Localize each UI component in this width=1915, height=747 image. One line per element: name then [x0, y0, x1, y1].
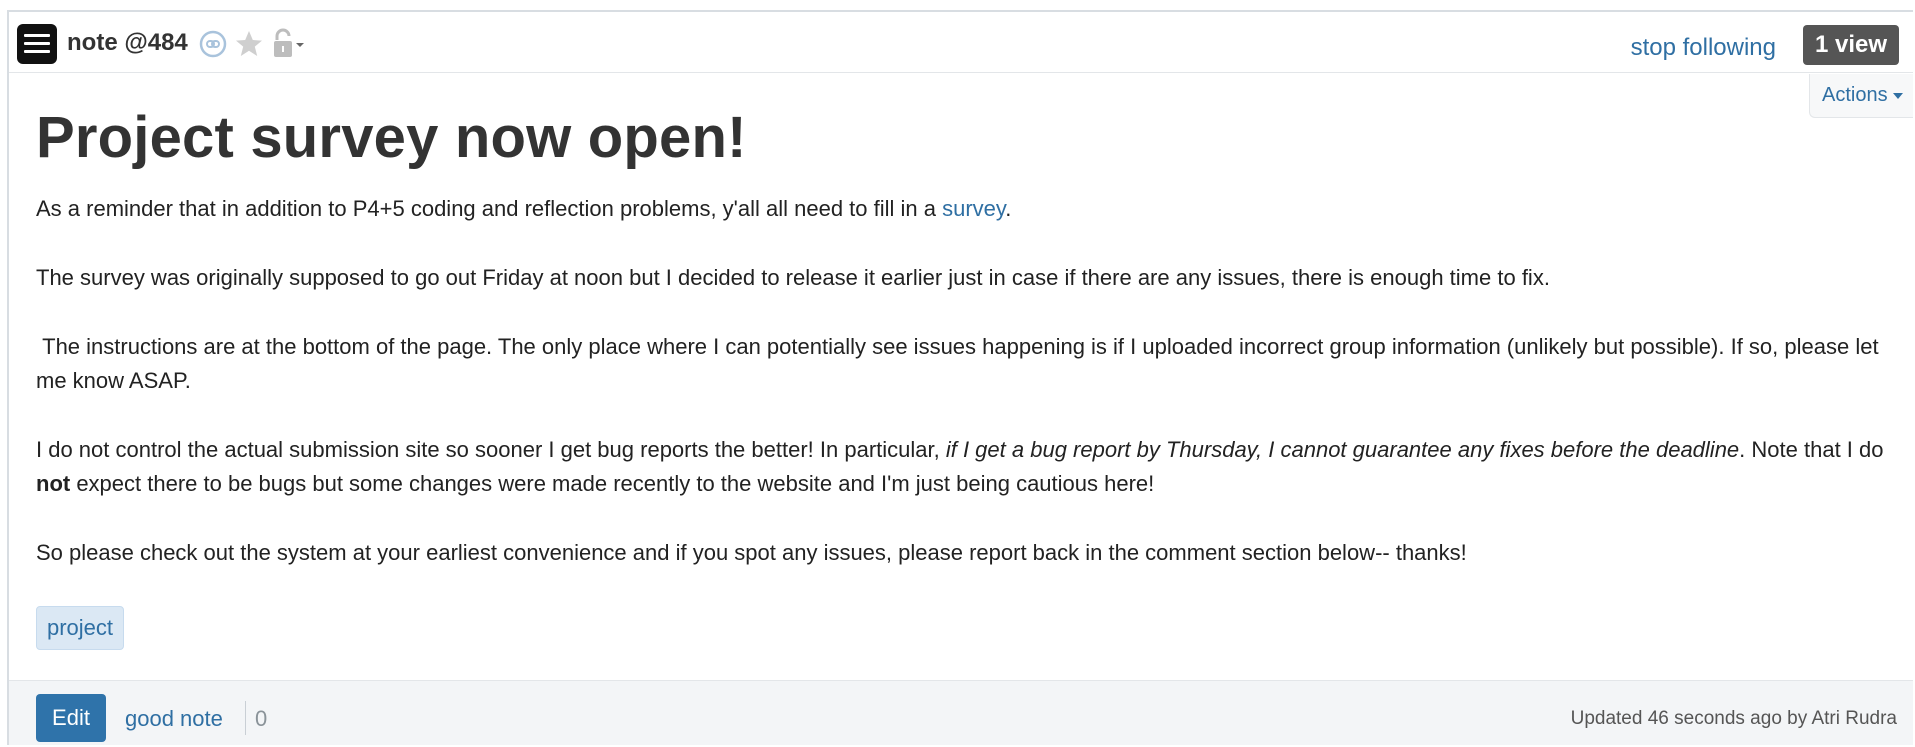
paragraph-text: I do not control the actual submission s… [36, 437, 946, 462]
survey-link[interactable]: survey [942, 196, 1005, 221]
note-footer: Edit good note 0 Updated 46 seconds ago … [9, 680, 1913, 745]
view-count-badge: 1 view [1802, 25, 1899, 65]
good-note-count: 0 [255, 706, 268, 731]
paragraph-text: . Note that I do [1739, 437, 1884, 462]
updated-timestamp: Updated 46 seconds ago by Atri Rudra [1570, 708, 1897, 729]
paragraph-1: As a reminder that in addition to P4+5 c… [36, 192, 1896, 226]
italic-text: if I get a bug report by Thursday, I can… [945, 437, 1740, 462]
actions-label: Actions [1822, 84, 1888, 106]
paragraph-text: expect there to be bugs but some changes… [70, 471, 1155, 496]
good-note-link[interactable]: good note [125, 706, 223, 732]
paragraph-4: I do not control the actual submission s… [36, 433, 1896, 501]
tag-project[interactable]: project [36, 606, 125, 650]
link-icon[interactable] [199, 30, 227, 58]
note-id: note @484 [67, 29, 188, 56]
bold-text: not [36, 471, 71, 496]
lock-icon [274, 28, 304, 57]
note-panel: note @484 stop following 1 view Actions … [7, 10, 1913, 745]
hamburger-menu-icon[interactable] [17, 24, 57, 64]
actions-dropdown-button[interactable]: Actions [1809, 74, 1913, 118]
paragraph-text: . [1005, 196, 1012, 221]
caret-down-icon [1892, 92, 1903, 99]
paragraph-2: The survey was originally supposed to go… [36, 265, 1550, 290]
paragraph-5: So please check out the system at your e… [36, 540, 1467, 565]
post-body: As a reminder that in addition to P4+5 c… [36, 192, 1896, 605]
stop-following-link[interactable]: stop following [1631, 34, 1776, 62]
edit-button[interactable]: Edit [36, 694, 106, 742]
note-header: note @484 stop following 1 view [9, 12, 1913, 73]
divider [245, 701, 246, 735]
paragraph-text: As a reminder that in addition to P4+5 c… [36, 196, 943, 221]
post-title: Project survey now open! [36, 105, 747, 170]
star-icon[interactable] [234, 29, 264, 59]
paragraph-3: The instructions are at the bottom of th… [36, 334, 1885, 393]
